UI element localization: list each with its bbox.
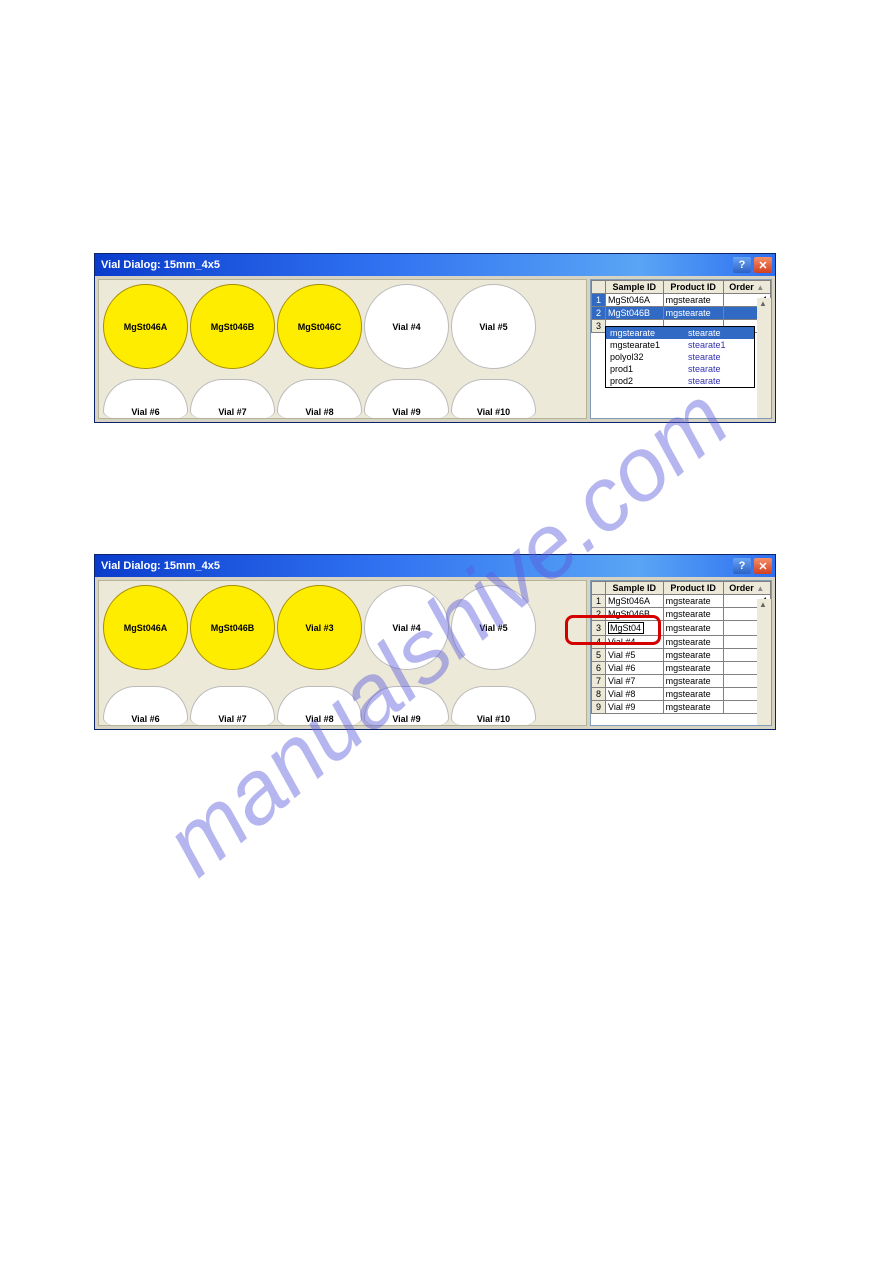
table-row[interactable]: 1MgSt046Amgstearate1	[592, 595, 771, 608]
vial-area: MgSt046AMgSt046BVial #3Vial #4Vial #5 Vi…	[98, 580, 587, 726]
vial[interactable]: Vial #7	[190, 379, 275, 419]
table-row[interactable]: 3MgSt04mgstearate3	[592, 621, 771, 636]
row-number: 3	[592, 320, 606, 333]
vial[interactable]: Vial #10	[451, 379, 536, 419]
vial[interactable]: Vial #5	[451, 585, 536, 670]
dropdown-option[interactable]: polyol32stearate	[606, 351, 754, 363]
table-row[interactable]: 2MgSt046Bmgstearate2	[592, 307, 771, 320]
help-button[interactable]: ?	[733, 558, 751, 574]
cell-product[interactable]: mgstearate	[663, 662, 723, 675]
vertical-scrollbar[interactable]	[757, 298, 771, 418]
vial[interactable]: Vial #8	[277, 379, 362, 419]
cell-product[interactable]: mgstearate	[663, 688, 723, 701]
row-number: 2	[592, 307, 606, 320]
cell-product[interactable]: mgstearate	[663, 595, 723, 608]
col-sample[interactable]: Sample ID	[606, 582, 664, 595]
table-row[interactable]: 9Vial #9mgstearate	[592, 701, 771, 714]
cell-product[interactable]: mgstearate	[663, 675, 723, 688]
vial[interactable]: MgSt046B	[190, 284, 275, 369]
dropdown-option[interactable]: mgstearatestearate	[606, 327, 754, 339]
col-product[interactable]: Product ID	[663, 281, 723, 294]
cell-sample[interactable]: Vial #9	[606, 701, 664, 714]
row-number: 7	[592, 675, 606, 688]
col-rownum[interactable]	[592, 281, 606, 294]
cell-sample[interactable]: Vial #7	[606, 675, 664, 688]
vial-dialog-2: Vial Dialog: 15mm_4x5 ? ✕ MgSt046AMgSt04…	[94, 554, 776, 730]
vertical-scrollbar[interactable]	[757, 599, 771, 725]
vial[interactable]: Vial #6	[103, 379, 188, 419]
help-button[interactable]: ?	[733, 257, 751, 273]
table-row[interactable]: 6Vial #6mgstearate	[592, 662, 771, 675]
row-number: 3	[592, 621, 606, 636]
col-rownum[interactable]	[592, 582, 606, 595]
vial[interactable]: MgSt046A	[103, 585, 188, 670]
vial[interactable]: Vial #4	[364, 284, 449, 369]
title-text: Vial Dialog: 15mm_4x5	[101, 560, 220, 572]
col-product[interactable]: Product ID	[663, 582, 723, 595]
table-row[interactable]: 5Vial #5mgstearate	[592, 649, 771, 662]
cell-product[interactable]: mgstearate	[663, 649, 723, 662]
vial[interactable]: MgSt046C	[277, 284, 362, 369]
cell-product[interactable]: mgstearate	[663, 701, 723, 714]
title-text: Vial Dialog: 15mm_4x5	[101, 259, 220, 271]
cell-sample[interactable]: Vial #4	[606, 636, 664, 649]
row-number: 5	[592, 649, 606, 662]
cell-product[interactable]: mgstearate	[663, 621, 723, 636]
col-order[interactable]: Order ▲	[723, 281, 770, 294]
titlebar[interactable]: Vial Dialog: 15mm_4x5 ? ✕	[95, 254, 775, 276]
vial-area: MgSt046AMgSt046BMgSt046CVial #4Vial #5 V…	[98, 279, 587, 419]
row-number: 6	[592, 662, 606, 675]
dropdown-option[interactable]: mgstearate1stearate1	[606, 339, 754, 351]
cell-sample[interactable]: MgSt046A	[606, 595, 664, 608]
cell-product[interactable]: mgstearate	[663, 307, 723, 320]
table-row[interactable]: 2MgSt046Bmgstearate2	[592, 608, 771, 621]
cell-product[interactable]: mgstearate	[663, 294, 723, 307]
table-row[interactable]: 7Vial #7mgstearate	[592, 675, 771, 688]
close-button[interactable]: ✕	[754, 558, 772, 574]
table-row[interactable]: 8Vial #8mgstearate	[592, 688, 771, 701]
dropdown-option[interactable]: prod1stearate	[606, 363, 754, 375]
cell-sample-editing[interactable]: MgSt04	[606, 621, 664, 636]
cell-product[interactable]: mgstearate	[663, 608, 723, 621]
vial-dialog-1: Vial Dialog: 15mm_4x5 ? ✕ MgSt046AMgSt04…	[94, 253, 776, 423]
table-row[interactable]: 1MgSt046Amgstearate1	[592, 294, 771, 307]
close-button[interactable]: ✕	[754, 257, 772, 273]
vial[interactable]: Vial #8	[277, 686, 362, 726]
vial[interactable]: Vial #3	[277, 585, 362, 670]
vial[interactable]: Vial #6	[103, 686, 188, 726]
dropdown-option[interactable]: prod2stearate	[606, 375, 754, 387]
vial[interactable]: Vial #9	[364, 379, 449, 419]
cell-sample[interactable]: MgSt046B	[606, 307, 664, 320]
sample-grid[interactable]: Sample ID Product ID Order ▲ 1MgSt046Amg…	[591, 581, 771, 714]
cell-sample[interactable]: Vial #8	[606, 688, 664, 701]
cell-sample[interactable]: Vial #5	[606, 649, 664, 662]
titlebar[interactable]: Vial Dialog: 15mm_4x5 ? ✕	[95, 555, 775, 577]
vial[interactable]: Vial #10	[451, 686, 536, 726]
cell-sample[interactable]: MgSt046B	[606, 608, 664, 621]
cell-sample[interactable]: Vial #6	[606, 662, 664, 675]
vial[interactable]: Vial #4	[364, 585, 449, 670]
sort-asc-icon: ▲	[756, 584, 764, 593]
row-number: 1	[592, 294, 606, 307]
row-number: 4	[592, 636, 606, 649]
vial[interactable]: Vial #7	[190, 686, 275, 726]
row-number: 2	[592, 608, 606, 621]
cell-product[interactable]: mgstearate	[663, 636, 723, 649]
vial[interactable]: Vial #5	[451, 284, 536, 369]
col-sample[interactable]: Sample ID	[606, 281, 664, 294]
vial[interactable]: MgSt046B	[190, 585, 275, 670]
col-order[interactable]: Order ▲	[723, 582, 770, 595]
vial[interactable]: MgSt046A	[103, 284, 188, 369]
cell-sample[interactable]: MgSt046A	[606, 294, 664, 307]
row-number: 9	[592, 701, 606, 714]
vial[interactable]: Vial #9	[364, 686, 449, 726]
table-row[interactable]: 4Vial #4mgstearate	[592, 636, 771, 649]
row-number: 1	[592, 595, 606, 608]
grid-panel: Sample ID Product ID Order ▲ 1MgSt046Amg…	[590, 580, 772, 726]
grid-panel: Sample ID Product ID Order ▲ 1MgSt046Amg…	[590, 279, 772, 419]
row-number: 8	[592, 688, 606, 701]
product-dropdown[interactable]: mgstearatestearatemgstearate1stearate1po…	[605, 326, 755, 388]
sort-asc-icon: ▲	[756, 283, 764, 292]
